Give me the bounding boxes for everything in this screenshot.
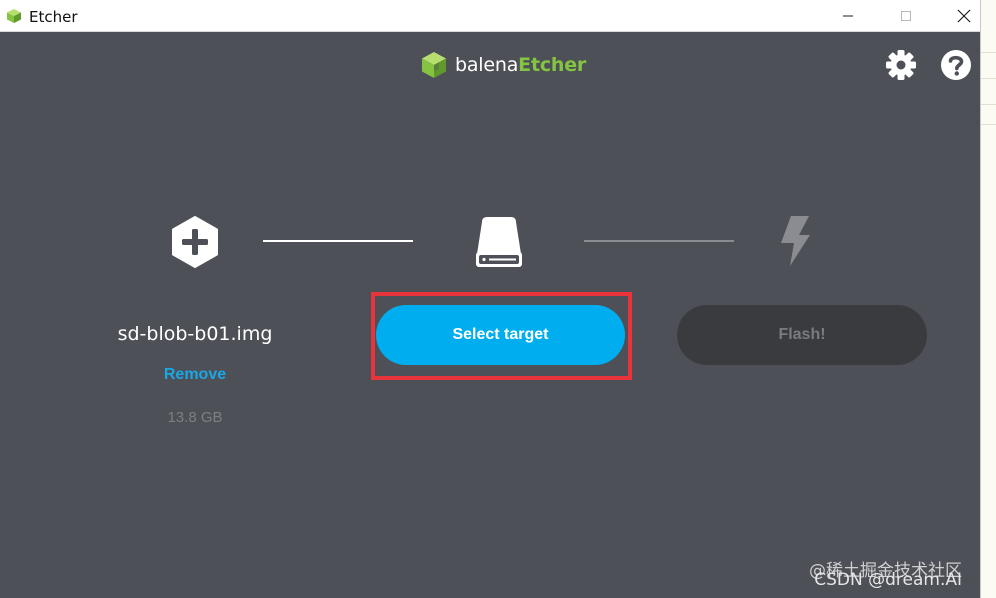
- close-icon: [957, 9, 971, 23]
- maximize-button[interactable]: [883, 0, 929, 32]
- window-title: Etcher: [29, 8, 78, 26]
- drive-icon: [476, 217, 522, 267]
- plus-hexagon-icon: [172, 216, 218, 268]
- image-size: 13.8 GB: [167, 409, 223, 426]
- title-bar: Etcher: [0, 0, 980, 32]
- minimize-icon: [843, 15, 853, 17]
- settings-gear-icon[interactable]: [884, 48, 918, 82]
- minimize-button[interactable]: [825, 0, 871, 32]
- etcher-window: Etcher balenaEtcher sd-blob-b01.img Remo…: [0, 0, 980, 598]
- maximize-icon: [901, 11, 911, 21]
- help-icon[interactable]: [939, 48, 973, 82]
- cube-logo-icon: [422, 52, 446, 78]
- watermark-csdn: CSDN @dream.AI: [814, 570, 962, 590]
- step-connector-2: [584, 240, 734, 242]
- step-connector-1: [263, 240, 413, 242]
- balena-etcher-logo: balenaEtcher: [421, 51, 586, 79]
- remove-image-link[interactable]: Remove: [145, 366, 245, 384]
- logo-text-balena: balena: [455, 54, 519, 76]
- background-window-strip: [980, 0, 996, 598]
- lightning-icon: [781, 216, 810, 266]
- select-target-button[interactable]: Select target: [376, 305, 625, 365]
- logo-text-etcher: Etcher: [518, 54, 587, 76]
- image-file-name: sd-blob-b01.img: [117, 323, 273, 345]
- flash-button[interactable]: Flash!: [677, 305, 927, 365]
- etcher-app-icon: [7, 9, 21, 23]
